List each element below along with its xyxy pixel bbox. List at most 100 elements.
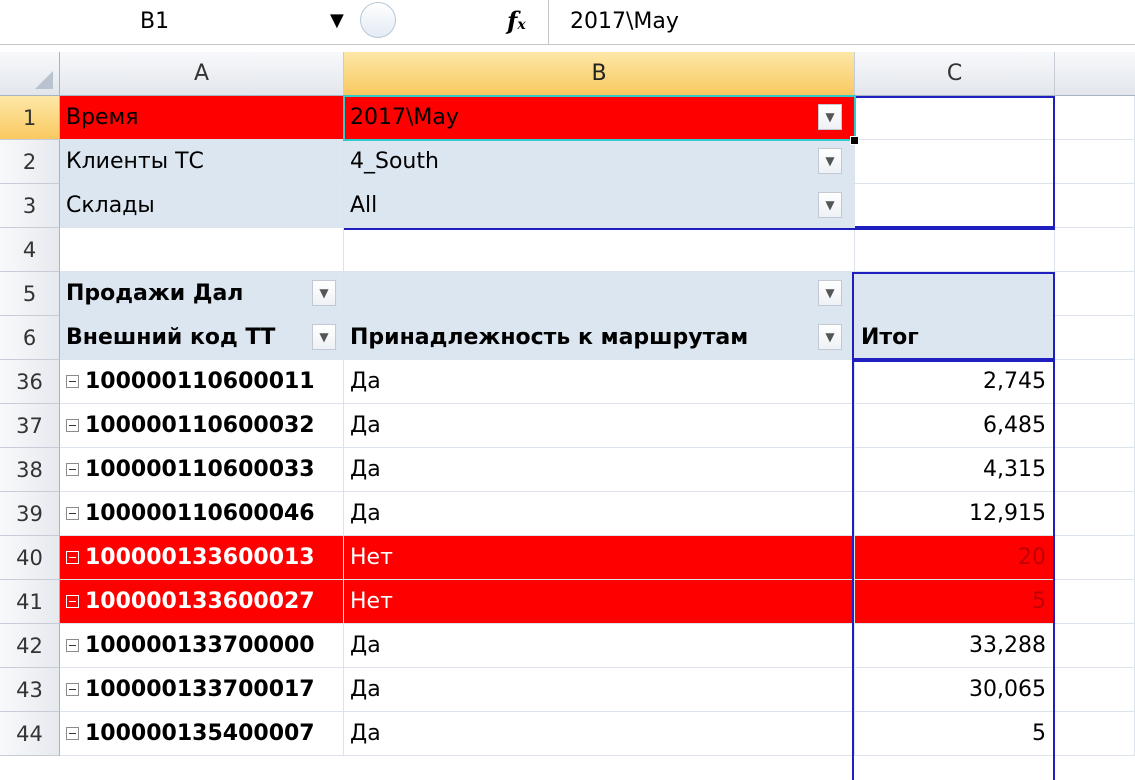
row-header[interactable]: 39 <box>0 492 60 536</box>
cell[interactable] <box>855 96 1055 140</box>
belong-cell[interactable]: Да <box>344 404 855 448</box>
filter-label-clients[interactable]: Клиенты ТС <box>60 140 344 184</box>
row-header[interactable]: 6 <box>0 316 60 360</box>
belong-cell[interactable]: Да <box>344 624 855 668</box>
collapse-icon[interactable] <box>66 507 79 520</box>
total-cell[interactable]: 12,915 <box>855 492 1055 536</box>
chevron-down-icon[interactable]: ▼ <box>818 324 842 350</box>
row-header[interactable]: 40 <box>0 536 60 580</box>
row-header[interactable]: 42 <box>0 624 60 668</box>
pivot-values-label[interactable]: Продажи Дал <box>60 272 344 316</box>
cell[interactable] <box>1055 580 1135 624</box>
filter-label-time[interactable]: Время <box>60 96 344 140</box>
row-header[interactable]: 44 <box>0 712 60 756</box>
belong-cell[interactable]: Нет <box>344 536 855 580</box>
collapse-icon[interactable] <box>66 551 79 564</box>
fill-handle[interactable] <box>850 136 859 145</box>
code-cell[interactable]: 100000133700017 <box>60 668 344 712</box>
total-cell[interactable]: 20 <box>855 536 1055 580</box>
cell[interactable] <box>855 184 1055 228</box>
filter-active-icon[interactable]: ▼ <box>818 104 842 130</box>
code-cell[interactable]: 100000110600033 <box>60 448 344 492</box>
belong-cell[interactable]: Да <box>344 492 855 536</box>
filter-active-icon[interactable]: ▼ <box>818 148 842 174</box>
cell[interactable] <box>1055 316 1135 360</box>
total-cell[interactable]: 2,745 <box>855 360 1055 404</box>
filter-label-warehouses[interactable]: Склады <box>60 184 344 228</box>
cell[interactable] <box>1055 624 1135 668</box>
chevron-down-icon[interactable]: ▼ <box>818 192 842 218</box>
pivot-column-field[interactable] <box>344 272 855 316</box>
code-cell[interactable]: 100000110600046 <box>60 492 344 536</box>
cell[interactable] <box>1055 140 1135 184</box>
chevron-down-icon[interactable]: ▼ <box>818 280 842 306</box>
formula-input[interactable]: 2017\May <box>570 9 679 34</box>
cell[interactable] <box>1055 272 1135 316</box>
cell[interactable] <box>60 228 344 272</box>
cell[interactable] <box>1055 228 1135 272</box>
filter-value-warehouses[interactable]: All <box>344 184 855 228</box>
cell[interactable] <box>1055 536 1135 580</box>
collapse-icon[interactable] <box>66 595 79 608</box>
total-cell[interactable]: 30,065 <box>855 668 1055 712</box>
filter-value-clients[interactable]: 4_South <box>344 140 855 184</box>
formula-bar-resize-icon[interactable] <box>360 2 396 38</box>
code-cell[interactable]: 100000133700000 <box>60 624 344 668</box>
cell[interactable] <box>1055 492 1135 536</box>
total-cell[interactable]: 33,288 <box>855 624 1055 668</box>
pivot-row-field-code[interactable]: Внешний код ТТ <box>60 316 344 360</box>
cell[interactable] <box>1055 184 1135 228</box>
belong-cell[interactable]: Да <box>344 668 855 712</box>
column-header-c[interactable]: C <box>855 52 1055 96</box>
code-cell[interactable]: 100000135400007 <box>60 712 344 756</box>
column-header-b[interactable]: B <box>344 52 855 96</box>
cell[interactable] <box>855 272 1055 316</box>
cell[interactable] <box>1055 96 1135 140</box>
row-header[interactable]: 2 <box>0 140 60 184</box>
row-header[interactable]: 36 <box>0 360 60 404</box>
cell[interactable] <box>1055 448 1135 492</box>
belong-cell[interactable]: Да <box>344 448 855 492</box>
row-header[interactable]: 41 <box>0 580 60 624</box>
chevron-down-icon[interactable]: ▼ <box>330 10 344 31</box>
row-header[interactable]: 38 <box>0 448 60 492</box>
row-header[interactable]: 43 <box>0 668 60 712</box>
column-header-a[interactable]: A <box>60 52 344 96</box>
cell[interactable] <box>1055 712 1135 756</box>
collapse-icon[interactable] <box>66 683 79 696</box>
collapse-icon[interactable] <box>66 375 79 388</box>
code-cell[interactable]: 100000133600013 <box>60 536 344 580</box>
total-cell[interactable]: 6,485 <box>855 404 1055 448</box>
chevron-down-icon[interactable]: ▼ <box>312 280 336 306</box>
total-cell[interactable]: 5 <box>855 712 1055 756</box>
collapse-icon[interactable] <box>66 463 79 476</box>
row-header[interactable]: 5 <box>0 272 60 316</box>
cell[interactable] <box>855 140 1055 184</box>
code-cell[interactable]: 100000110600011 <box>60 360 344 404</box>
row-header[interactable]: 3 <box>0 184 60 228</box>
filter-value-time[interactable]: 2017\May <box>344 96 855 140</box>
code-cell[interactable]: 100000133600027 <box>60 580 344 624</box>
total-cell[interactable]: 4,315 <box>855 448 1055 492</box>
belong-cell[interactable]: Да <box>344 360 855 404</box>
insert-function-icon[interactable]: fx <box>507 6 526 35</box>
code-cell[interactable]: 100000110600032 <box>60 404 344 448</box>
row-header[interactable]: 37 <box>0 404 60 448</box>
row-header[interactable]: 4 <box>0 228 60 272</box>
belong-cell[interactable]: Нет <box>344 580 855 624</box>
select-all-button[interactable] <box>0 52 60 96</box>
collapse-icon[interactable] <box>66 727 79 740</box>
cell[interactable] <box>855 228 1055 272</box>
cell[interactable] <box>1055 360 1135 404</box>
belong-cell[interactable]: Да <box>344 712 855 756</box>
collapse-icon[interactable] <box>66 639 79 652</box>
cell[interactable] <box>1055 404 1135 448</box>
name-box[interactable]: B1 ▼ <box>0 0 355 44</box>
collapse-icon[interactable] <box>66 419 79 432</box>
pivot-total-header[interactable]: Итог <box>855 316 1055 360</box>
row-header[interactable]: 1 <box>0 96 60 140</box>
cell[interactable] <box>344 228 855 272</box>
total-cell[interactable]: 5 <box>855 580 1055 624</box>
cell[interactable] <box>1055 668 1135 712</box>
chevron-down-icon[interactable]: ▼ <box>312 324 336 350</box>
